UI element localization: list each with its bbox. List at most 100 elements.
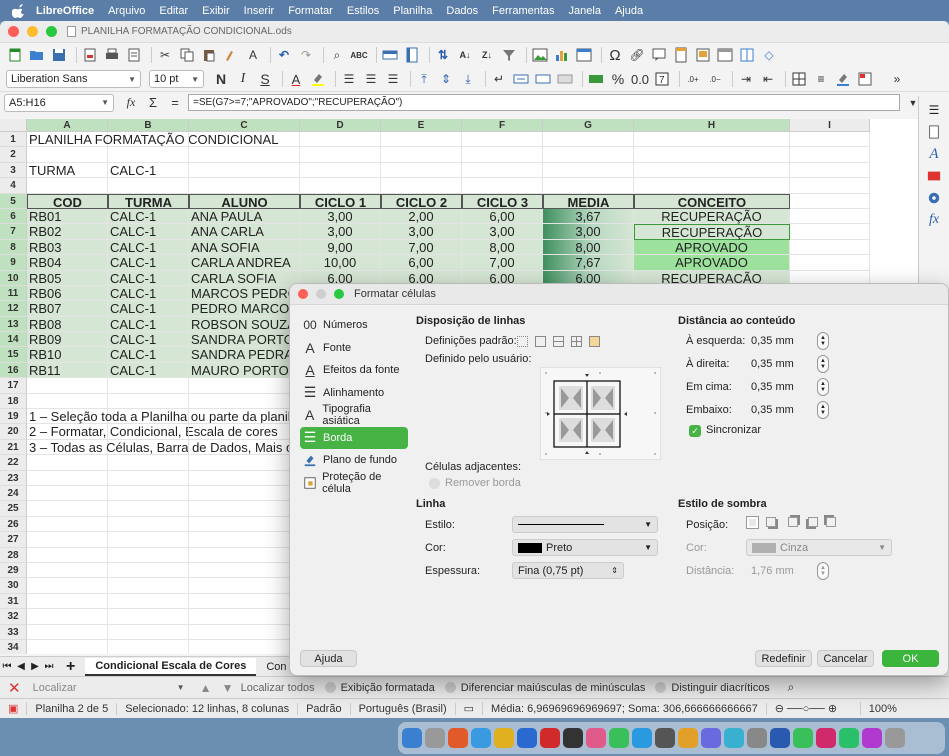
- status-sum[interactable]: Média: 6,96969696969697; Soma: 306,66666…: [483, 702, 767, 715]
- cell-b16[interactable]: CALC-1: [108, 362, 189, 379]
- cell-i7[interactable]: [790, 224, 870, 240]
- shadow-none-icon[interactable]: [746, 516, 759, 529]
- cell-a31[interactable]: [27, 593, 108, 610]
- messages-icon[interactable]: [609, 728, 629, 748]
- clear-formatting-icon[interactable]: A: [244, 46, 262, 64]
- row-header[interactable]: 6: [0, 208, 27, 225]
- shadow-top-right-icon[interactable]: [788, 517, 798, 527]
- cell-c4[interactable]: [189, 178, 300, 194]
- font-name-box[interactable]: Liberation Sans ▼: [6, 70, 141, 88]
- preset-box-icon[interactable]: [535, 336, 546, 347]
- row-header[interactable]: 22: [0, 455, 27, 471]
- cell-c2[interactable]: [189, 147, 300, 163]
- preset-box-horizontal-icon[interactable]: [553, 336, 564, 347]
- last-sheet-icon[interactable]: ⏭: [42, 661, 56, 672]
- save-icon[interactable]: [50, 46, 68, 64]
- cell-b33[interactable]: [108, 624, 189, 640]
- cell-a32[interactable]: [27, 609, 108, 625]
- cell-c32[interactable]: [189, 609, 300, 625]
- spinner-arrows-icon[interactable]: ▲ ▼: [817, 562, 829, 580]
- find-input[interactable]: Localizar ▼: [29, 679, 189, 697]
- preset-none-icon[interactable]: [517, 336, 528, 347]
- align-left-icon[interactable]: ☰: [340, 70, 358, 88]
- align-top-icon[interactable]: ⤒: [415, 70, 433, 88]
- cell-c13[interactable]: ROBSON SOUZA: [189, 316, 300, 333]
- cell-f3[interactable]: [462, 162, 543, 179]
- cell-b3[interactable]: CALC-1: [108, 162, 189, 179]
- cell-b26[interactable]: [108, 516, 189, 533]
- cell-c30[interactable]: [189, 578, 300, 594]
- cell-c5[interactable]: ALUNO: [189, 193, 300, 210]
- spinner-arrows-icon[interactable]: ▲ ▼: [817, 378, 829, 396]
- cell-g1[interactable]: [543, 132, 634, 148]
- cell-h8[interactable]: APROVADO: [634, 239, 790, 256]
- app-icon[interactable]: [701, 728, 721, 748]
- copy-icon[interactable]: [178, 46, 196, 64]
- cell-c22[interactable]: [189, 455, 300, 471]
- spinner-arrows-icon[interactable]: ▲ ▼: [817, 355, 829, 373]
- cell-b11[interactable]: CALC-1: [108, 285, 189, 302]
- cell-i2[interactable]: [790, 147, 870, 163]
- cell-a1[interactable]: PLANILHA FORMATAÇÃO CONDICIONAL: [27, 132, 278, 148]
- formula-input[interactable]: =SE(G7>=7;"APROVADO";"RECUPERAÇÃO"): [188, 94, 900, 111]
- cell-h9[interactable]: APROVADO: [634, 255, 790, 271]
- row-header[interactable]: 13: [0, 316, 27, 333]
- pivot-table-icon[interactable]: [575, 46, 593, 64]
- cell-c17[interactable]: [189, 378, 300, 394]
- cell-a22[interactable]: [27, 455, 108, 471]
- app-icon[interactable]: [747, 728, 767, 748]
- cell-a12[interactable]: RB07: [27, 301, 108, 317]
- sum-icon[interactable]: Σ: [144, 94, 162, 112]
- merge-center-icon[interactable]: [512, 70, 530, 88]
- facetime-icon[interactable]: [793, 728, 813, 748]
- cell-c26[interactable]: [189, 516, 300, 533]
- row-header[interactable]: 17: [0, 378, 27, 394]
- cell-f1[interactable]: [462, 132, 543, 148]
- clone-formatting-icon[interactable]: [222, 46, 240, 64]
- cell-a15[interactable]: RB10: [27, 347, 108, 363]
- cell-a3[interactable]: TURMA: [27, 162, 108, 179]
- cell-i9[interactable]: [790, 255, 870, 271]
- finder-icon[interactable]: [402, 728, 422, 748]
- menu-estilos[interactable]: Estilos: [347, 5, 379, 17]
- cell-e6[interactable]: 2,00: [381, 208, 462, 225]
- find-replace-dialog-icon[interactable]: ⌕: [782, 679, 800, 697]
- cell-a28[interactable]: [27, 547, 108, 563]
- line-color-dropdown[interactable]: Preto ▼: [512, 539, 658, 556]
- nav-font[interactable]: A Fonte: [300, 337, 408, 359]
- ok-button[interactable]: OK: [882, 650, 939, 667]
- cell-a24[interactable]: [27, 485, 108, 502]
- cell-a20[interactable]: 2 – Formatar, Condicional, Escala de cor…: [27, 424, 278, 440]
- cell-a8[interactable]: RB03: [27, 239, 108, 256]
- paste-icon[interactable]: [200, 46, 218, 64]
- nav-borders[interactable]: ☰ Borda: [300, 426, 408, 449]
- cell-d1[interactable]: [300, 132, 381, 148]
- nav-alignment[interactable]: ☰ Alinhamento: [300, 382, 408, 404]
- cell-h3[interactable]: [634, 162, 790, 179]
- row-header[interactable]: 21: [0, 439, 27, 456]
- name-box[interactable]: A5:H16 ▼: [4, 93, 114, 112]
- cell-c19[interactable]: [189, 409, 300, 425]
- cell-h1[interactable]: [634, 132, 790, 148]
- cell-g3[interactable]: [543, 162, 634, 179]
- sidebar-menu-icon[interactable]: ☰: [926, 102, 942, 118]
- row-header[interactable]: 11: [0, 285, 27, 302]
- row-header[interactable]: 27: [0, 532, 27, 548]
- cell-b8[interactable]: CALC-1: [108, 239, 189, 256]
- cell-b19[interactable]: [108, 409, 189, 425]
- find-previous-icon[interactable]: ▲: [197, 679, 215, 697]
- zoom-dialog-button[interactable]: [334, 289, 344, 299]
- function-wizard-icon[interactable]: fx: [122, 94, 140, 112]
- apple-icon[interactable]: [12, 3, 26, 18]
- row-header[interactable]: 7: [0, 224, 27, 240]
- add-decimal-place-icon[interactable]: .0+: [684, 70, 702, 88]
- status-page-style[interactable]: Padrão: [298, 702, 351, 715]
- find-all-button[interactable]: Localizar todos: [241, 682, 315, 694]
- cancel-button[interactable]: Cancelar: [817, 650, 874, 667]
- cell-b31[interactable]: [108, 593, 189, 610]
- cell-b24[interactable]: [108, 485, 189, 502]
- print-preview-icon[interactable]: [125, 46, 143, 64]
- app-icon[interactable]: [816, 728, 836, 748]
- cell-c21[interactable]: [189, 439, 300, 456]
- cell-a27[interactable]: [27, 532, 108, 548]
